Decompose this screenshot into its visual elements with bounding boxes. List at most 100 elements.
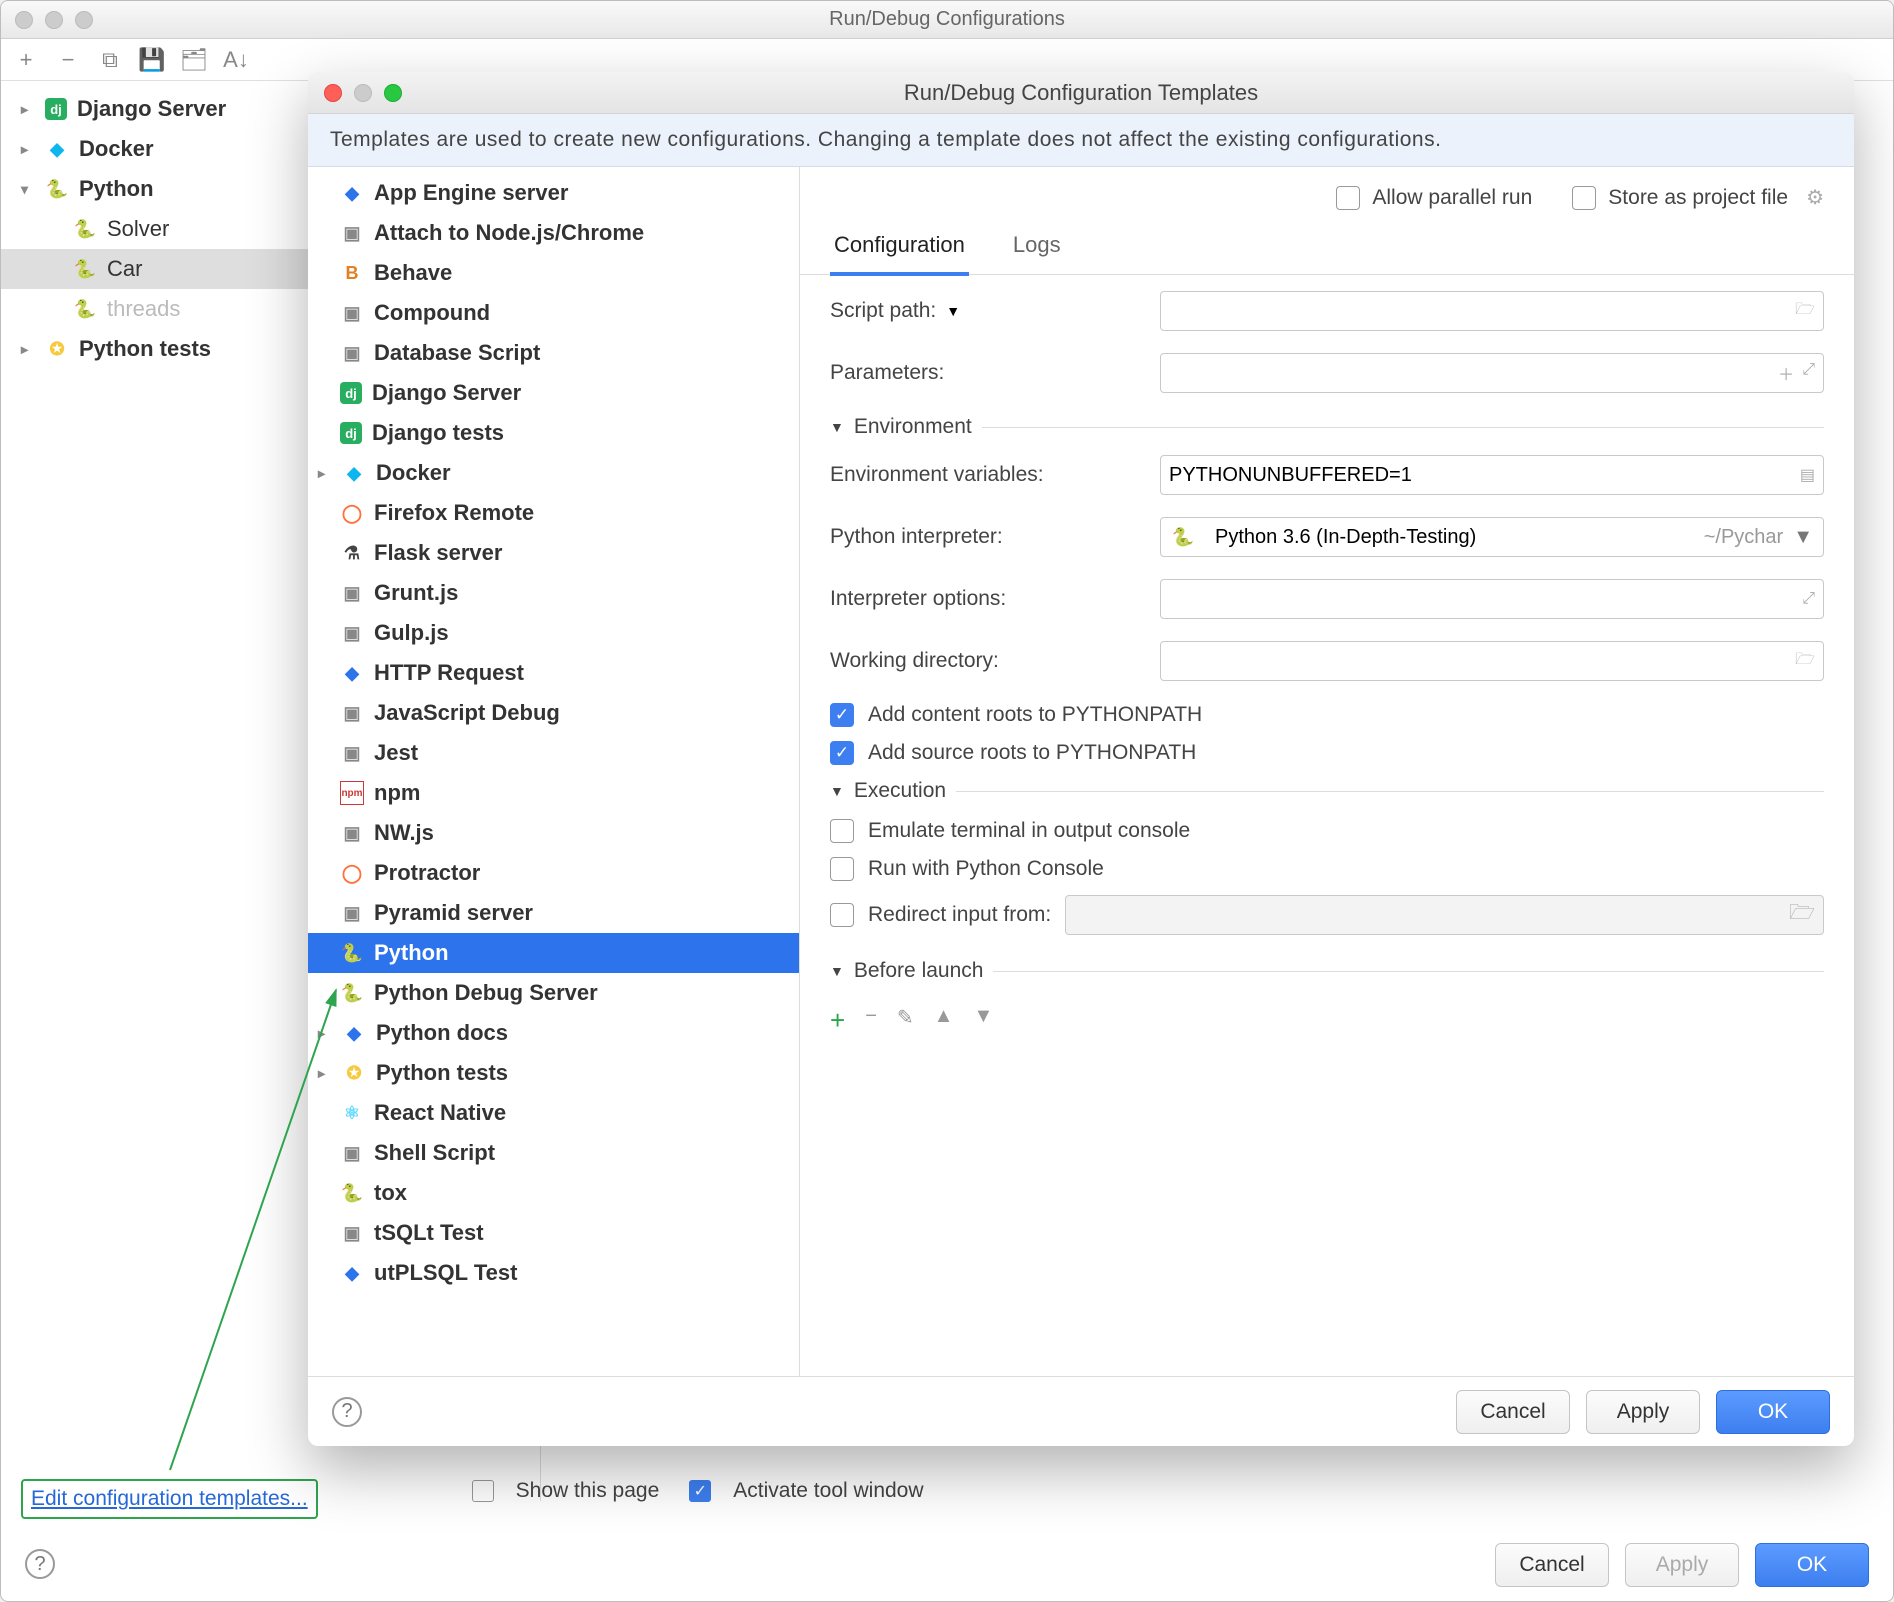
add-content-roots-checkbox[interactable]: ✓ (830, 703, 854, 727)
template-item[interactable]: ▣Pyramid server (308, 893, 799, 933)
browse-folder-icon[interactable]: 🗁 (1795, 648, 1815, 675)
blue-icon: ◆ (342, 1021, 366, 1045)
disclosure-icon[interactable]: ▸ (318, 1025, 336, 1042)
script-path-mode-dropdown-icon[interactable]: ▼ (946, 303, 960, 319)
template-item[interactable]: ▣Database Script (308, 333, 799, 373)
emulate-terminal-checkbox[interactable] (830, 819, 854, 843)
add-source-roots-checkbox[interactable]: ✓ (830, 741, 854, 765)
parameters-input[interactable]: ＋ ⤢ (1160, 353, 1824, 393)
run-with-console-checkbox[interactable] (830, 857, 854, 881)
disclosure-icon[interactable]: ▸ (21, 101, 39, 118)
collapse-icon[interactable]: ▼ (830, 419, 844, 435)
template-item[interactable]: ⚗Flask server (308, 533, 799, 573)
template-item[interactable]: ◆utPLSQL Test (308, 1253, 799, 1293)
tab-logs[interactable]: Logs (1009, 220, 1065, 274)
edit-list-icon[interactable]: ▤ (1800, 465, 1815, 485)
collapse-icon[interactable]: ▼ (830, 963, 844, 979)
dialog-buttons: Cancel Apply OK (1495, 1543, 1869, 1587)
ok-button[interactable]: OK (1755, 1543, 1869, 1587)
template-item[interactable]: ▸◆Docker (308, 453, 799, 493)
template-item[interactable]: ▣Compound (308, 293, 799, 333)
template-item[interactable]: djDjango tests (308, 413, 799, 453)
template-item[interactable]: ▣Shell Script (308, 1133, 799, 1173)
template-item[interactable]: djDjango Server (308, 373, 799, 413)
template-item[interactable]: ▣Jest (308, 733, 799, 773)
template-item[interactable]: ◆HTTP Request (308, 653, 799, 693)
move-down-icon[interactable]: ▼ (973, 1005, 993, 1036)
template-item[interactable]: ◆App Engine server (308, 173, 799, 213)
tree-node-label: Docker (79, 136, 154, 162)
move-up-icon[interactable]: ▲ (934, 1005, 954, 1036)
pytest-icon: ✪ (45, 337, 69, 361)
modal-cancel-button[interactable]: Cancel (1456, 1390, 1570, 1434)
browse-folder-icon[interactable]: 🗁 (1795, 298, 1815, 325)
template-item-label: Python Debug Server (374, 980, 598, 1006)
cancel-button[interactable]: Cancel (1495, 1543, 1609, 1587)
allow-parallel-run-checkbox[interactable] (1336, 186, 1360, 210)
activate-tool-window-checkbox[interactable]: ✓ (689, 1480, 711, 1502)
remove-configuration-icon[interactable]: − (57, 49, 79, 71)
edit-configuration-templates-link[interactable]: Edit configuration templates... (31, 1487, 308, 1510)
disclosure-icon[interactable]: ▾ (21, 181, 39, 198)
modal-apply-button[interactable]: Apply (1586, 1390, 1700, 1434)
show-this-page-checkbox[interactable] (472, 1480, 494, 1502)
template-item[interactable]: 🐍Python (308, 933, 799, 973)
folder-add-icon[interactable]: 🗂 (183, 49, 205, 71)
disclosure-icon[interactable]: ▸ (21, 341, 39, 358)
add-configuration-icon[interactable]: + (15, 49, 37, 71)
save-configuration-icon[interactable]: 💾 (141, 49, 163, 71)
template-item[interactable]: npmnpm (308, 773, 799, 813)
template-item[interactable]: 🐍Python Debug Server (308, 973, 799, 1013)
template-item[interactable]: ▣JavaScript Debug (308, 693, 799, 733)
interpreter-options-input[interactable]: ⤢ (1160, 579, 1824, 619)
template-item[interactable]: ▣Attach to Node.js/Chrome (308, 213, 799, 253)
browse-folder-icon[interactable]: 🗁 (1789, 898, 1815, 933)
template-item[interactable]: 🐍tox (308, 1173, 799, 1213)
disclosure-icon[interactable]: ▸ (21, 141, 39, 158)
collapse-icon[interactable]: ▼ (830, 783, 844, 799)
template-item[interactable]: ▣NW.js (308, 813, 799, 853)
template-item[interactable]: ▸◆Python docs (308, 1013, 799, 1053)
redirect-input-label: Redirect input from: (868, 903, 1051, 927)
template-item[interactable]: ▣Gulp.js (308, 613, 799, 653)
template-item[interactable]: ▸✪Python tests (308, 1053, 799, 1093)
redirect-input-checkbox[interactable] (830, 903, 854, 927)
modal-help-icon[interactable]: ? (332, 1397, 362, 1427)
firefox-icon: ◯ (340, 861, 364, 885)
script-path-input[interactable]: 🗁 (1160, 291, 1824, 331)
template-item-label: Django tests (372, 420, 504, 446)
template-item-label: Grunt.js (374, 580, 458, 606)
disclosure-icon[interactable]: ▸ (318, 1065, 336, 1082)
store-as-project-file-checkbox[interactable] (1572, 186, 1596, 210)
redirect-input-path[interactable]: 🗁 (1065, 895, 1824, 935)
apply-button[interactable]: Apply (1625, 1543, 1739, 1587)
modal-ok-button[interactable]: OK (1716, 1390, 1830, 1434)
template-item[interactable]: BBehave (308, 253, 799, 293)
disclosure-icon[interactable]: ▸ (318, 465, 336, 482)
gear-icon[interactable]: ⚙ (1806, 185, 1824, 210)
remove-task-icon[interactable]: − (865, 1005, 877, 1036)
edit-templates-link-highlight: Edit configuration templates... (21, 1479, 318, 1519)
template-item[interactable]: ◯Protractor (308, 853, 799, 893)
add-task-icon[interactable]: + (830, 1005, 845, 1036)
template-item[interactable]: ⚛React Native (308, 1093, 799, 1133)
edit-task-icon[interactable]: ✎ (897, 1005, 914, 1036)
tab-configuration[interactable]: Configuration (830, 220, 969, 276)
template-item[interactable]: ◯Firefox Remote (308, 493, 799, 533)
blue-icon: ◆ (340, 661, 364, 685)
python-interpreter-select[interactable]: 🐍 Python 3.6 (In-Depth-Testing) ~/Pychar… (1160, 517, 1824, 557)
insert-macro-icon[interactable]: ＋ (1778, 361, 1794, 385)
templates-list[interactable]: ◆App Engine server▣Attach to Node.js/Chr… (308, 167, 800, 1376)
template-item-label: npm (374, 780, 420, 806)
template-item[interactable]: ▣tSQLt Test (308, 1213, 799, 1253)
parameters-label: Parameters: (830, 361, 1160, 385)
expand-field-icon[interactable]: ⤢ (1802, 361, 1815, 385)
template-item[interactable]: ▣Grunt.js (308, 573, 799, 613)
expand-field-icon[interactable]: ⤢ (1802, 590, 1815, 608)
generic-icon: ▣ (340, 221, 364, 245)
working-directory-input[interactable]: 🗁 (1160, 641, 1824, 681)
help-icon[interactable]: ? (25, 1549, 55, 1579)
copy-configuration-icon[interactable]: ⧉ (99, 49, 121, 71)
sort-alpha-icon[interactable]: A↓ (225, 49, 247, 71)
env-vars-input[interactable]: ▤ (1160, 455, 1824, 495)
